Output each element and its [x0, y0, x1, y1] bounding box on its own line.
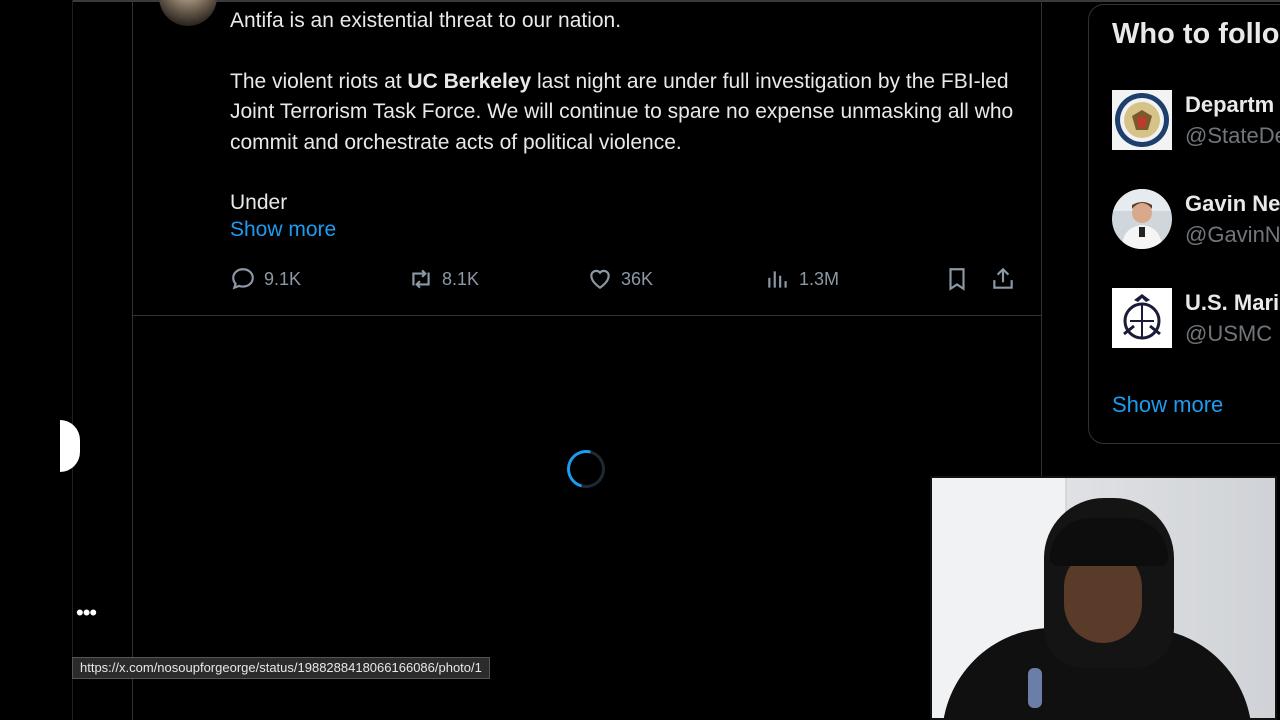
views-button[interactable]: 1.3M — [765, 266, 839, 292]
tweet-show-more-link[interactable]: Show more — [230, 218, 336, 242]
usmc-emblem-icon[interactable] — [1112, 288, 1172, 348]
heart-icon — [590, 269, 610, 289]
tweet-highlight: UC Berkeley — [407, 69, 532, 93]
who-to-follow-show-more-link[interactable]: Show more — [1112, 392, 1223, 418]
bookmark-icon — [949, 268, 965, 291]
repost-count: 8.1K — [442, 268, 480, 289]
tweet-actions: 9.1K 8.1K 36K 1.3M — [230, 266, 1020, 298]
like-button[interactable]: 36K — [587, 266, 653, 292]
side-handle[interactable] — [60, 420, 80, 472]
account-name-2[interactable]: Gavin Ne — [1185, 191, 1280, 217]
analytics-icon — [768, 271, 787, 288]
account-name-3[interactable]: U.S. Mari — [1185, 290, 1279, 316]
person-avatar[interactable] — [1112, 189, 1172, 249]
account-handle-2: @GavinN — [1185, 222, 1280, 247]
like-count: 36K — [621, 268, 654, 289]
link-status-bar: https://x.com/nosoupforgeorge/status/198… — [72, 657, 490, 679]
share-icon — [993, 267, 1013, 289]
reply-count: 9.1K — [264, 268, 302, 289]
account-name-1[interactable]: Departm — [1185, 92, 1274, 118]
more-options-icon[interactable]: ••• — [76, 600, 97, 626]
state-department-seal-icon[interactable] — [1112, 90, 1172, 150]
tweet-line-1: Antifa is an existential threat to our n… — [230, 9, 622, 32]
tweet-divider — [133, 315, 1041, 316]
bookmark-button[interactable] — [944, 266, 970, 292]
left-nav-edge — [72, 0, 73, 720]
view-count: 1.3M — [799, 268, 840, 289]
reply-icon — [232, 268, 254, 290]
microphone — [1028, 668, 1042, 708]
presenter-cap — [1050, 518, 1168, 566]
who-to-follow-title: Who to follo — [1112, 18, 1280, 50]
tweet-line-3: Under — [230, 191, 288, 214]
reply-button[interactable]: 9.1K — [230, 266, 301, 292]
tweet-paragraph-2: The violent riots at UC Berkeley last ni… — [230, 69, 1014, 154]
webcam-overlay — [930, 476, 1277, 720]
tweet-body: Antifa is an existential threat to our n… — [230, 6, 1030, 219]
repost-button[interactable]: 8.1K — [408, 266, 479, 292]
account-handle-3: @USMC — [1185, 321, 1273, 346]
share-button[interactable] — [990, 266, 1016, 292]
repost-icon — [412, 269, 430, 289]
account-handle-1: @StateDe — [1185, 123, 1280, 148]
